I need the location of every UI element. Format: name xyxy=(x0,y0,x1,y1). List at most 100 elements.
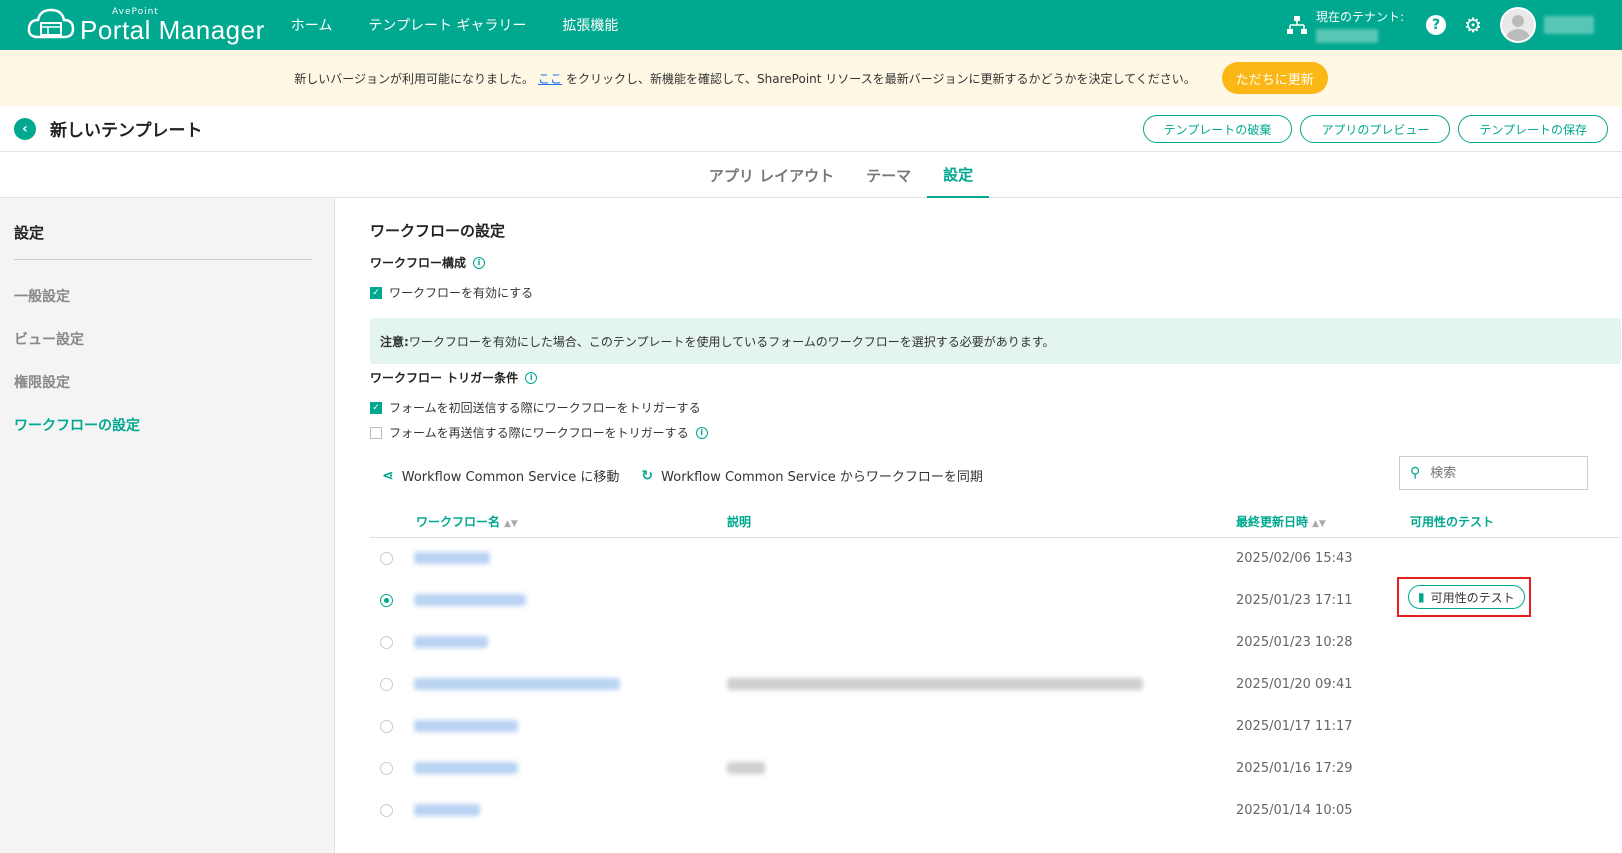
highlight-box: ▮ 可用性のテスト xyxy=(1397,577,1531,617)
nav-template-gallery[interactable]: テンプレート ギャラリー xyxy=(368,15,526,35)
workflow-name-redacted[interactable] xyxy=(414,804,480,816)
enable-workflow-checkbox-row[interactable]: ✓ ワークフローを有効にする xyxy=(370,284,533,301)
tab-app-layout[interactable]: アプリ レイアウト xyxy=(693,152,850,198)
description-redacted xyxy=(727,762,765,774)
row-radio-selected[interactable] xyxy=(380,594,393,607)
table-row[interactable]: 2025/02/06 15:43 xyxy=(370,538,1621,580)
go-to-wcs-label: Workflow Common Service に移動 xyxy=(401,470,620,485)
workflow-name-redacted[interactable] xyxy=(414,552,490,564)
row-radio[interactable] xyxy=(380,804,393,817)
banner-link-here[interactable]: ここ xyxy=(538,70,562,87)
sync-from-wcs-button[interactable]: ↻ Workflow Common Service からワークフローを同期 xyxy=(641,466,983,486)
sidebar-title: 設定 xyxy=(14,224,45,242)
back-arrow-icon[interactable]: ‹ xyxy=(14,117,36,140)
row-radio[interactable] xyxy=(380,762,393,775)
column-last-modified-label: 最終更新日時 xyxy=(1236,515,1309,529)
trigger-initial-submit-label: フォームを初回送信する際にワークフローをトリガーする xyxy=(389,401,701,415)
info-icon[interactable]: i xyxy=(473,256,486,269)
avatar[interactable] xyxy=(1500,7,1536,43)
search-input[interactable] xyxy=(1430,465,1571,481)
help-icon[interactable]: ? xyxy=(1426,15,1447,35)
trigger-condition-text: ワークフロー トリガー条件 xyxy=(370,371,519,385)
column-description: 説明 xyxy=(727,515,752,529)
sort-icon[interactable]: ▲▼ xyxy=(504,519,518,529)
checkbox-unchecked-icon[interactable] xyxy=(370,426,382,439)
search-icon: ⚲ xyxy=(1410,465,1421,481)
column-workflow-name[interactable]: ワークフロー名 ▲▼ xyxy=(416,513,518,530)
discard-template-button[interactable]: テンプレートの破棄 xyxy=(1142,115,1293,143)
settings-sidebar: 設定 一般設定 ビュー設定 権限設定 ワークフローの設定 xyxy=(0,198,335,853)
gear-icon[interactable]: ⚙ xyxy=(1464,15,1482,35)
go-to-wcs-button[interactable]: ⋖ Workflow Common Service に移動 xyxy=(382,466,620,486)
main-content: ワークフローの設定 ワークフロー構成 i ✓ ワークフローを有効にする 注意: … xyxy=(336,198,1622,853)
tenant-network-icon xyxy=(1287,16,1308,34)
row-date: 2025/01/20 09:41 xyxy=(1236,677,1353,692)
column-workflow-name-label: ワークフロー名 xyxy=(416,515,501,529)
sidebar-item-view[interactable]: ビュー設定 xyxy=(14,329,334,349)
page-header: ‹ 新しいテンプレート テンプレートの破棄 アプリのプレビュー テンプレートの保… xyxy=(0,106,1622,152)
sidebar-item-general[interactable]: 一般設定 xyxy=(14,286,334,306)
update-banner: 新しいバージョンが利用可能になりました。 ここ をクリックし、新機能を確認して、… xyxy=(0,50,1622,106)
user-name-redacted[interactable] xyxy=(1544,16,1594,34)
tab-settings[interactable]: 設定 xyxy=(927,152,990,198)
trigger-resubmit-label: フォームを再送信する際にワークフローをトリガーする xyxy=(389,426,689,440)
row-radio[interactable] xyxy=(380,552,393,565)
enable-workflow-label: ワークフローを有効にする xyxy=(389,286,534,300)
trigger-resubmit-row[interactable]: フォームを再送信する際にワークフローをトリガーする i xyxy=(370,424,708,441)
table-row[interactable]: 2025/01/16 17:29 xyxy=(370,748,1621,790)
workflow-name-redacted[interactable] xyxy=(414,762,518,774)
preview-app-button[interactable]: アプリのプレビュー xyxy=(1300,115,1451,143)
main-nav: ホーム テンプレート ギャラリー 拡張機能 xyxy=(291,15,619,35)
row-radio[interactable] xyxy=(380,720,393,733)
tab-theme[interactable]: テーマ xyxy=(850,152,927,198)
checkbox-checked-icon[interactable]: ✓ xyxy=(370,401,382,414)
table-row[interactable]: 2025/01/20 09:41 xyxy=(370,664,1621,706)
sync-from-wcs-label: Workflow Common Service からワークフローを同期 xyxy=(661,470,983,485)
banner-text-before: 新しいバージョンが利用可能になりました。 xyxy=(294,71,534,86)
update-now-button[interactable]: ただちに更新 xyxy=(1221,62,1328,94)
workflow-name-redacted[interactable] xyxy=(414,678,620,690)
row-date: 2025/01/17 11:17 xyxy=(1236,719,1353,734)
logo-product-name: Portal Manager xyxy=(80,14,265,45)
row-date: 2025/01/23 17:11 xyxy=(1236,593,1353,608)
table-row[interactable]: 2025/01/23 17:11 ▮ 可用性のテスト xyxy=(370,577,1621,622)
sidebar-item-workflow[interactable]: ワークフローの設定 xyxy=(14,415,334,435)
tenant-selector[interactable]: 現在のテナント: xyxy=(1286,8,1404,43)
save-template-button[interactable]: テンプレートの保存 xyxy=(1458,115,1608,143)
availability-test-label: 可用性のテスト xyxy=(1430,590,1515,605)
availability-test-button[interactable]: ▮ 可用性のテスト xyxy=(1408,585,1525,609)
workflow-actions: ⋖ Workflow Common Service に移動 ↻ Workflow… xyxy=(382,466,1005,486)
table-row[interactable]: 2025/01/14 10:05 xyxy=(370,790,1621,832)
nav-home[interactable]: ホーム xyxy=(291,15,333,35)
sidebar-item-permission[interactable]: 権限設定 xyxy=(14,372,334,392)
cloud-logo-icon xyxy=(27,8,75,39)
row-radio[interactable] xyxy=(380,636,393,649)
info-icon[interactable]: i xyxy=(525,371,538,384)
workflow-name-redacted[interactable] xyxy=(414,594,526,606)
banner-text-after: をクリックし、新機能を確認して、SharePoint リソースを最新バージョンに… xyxy=(566,71,1196,86)
search-box[interactable]: ⚲ xyxy=(1399,456,1588,490)
sidebar-divider xyxy=(14,259,312,260)
share-icon: ⋖ xyxy=(382,467,394,484)
sync-icon: ↻ xyxy=(641,467,654,484)
nav-extensions[interactable]: 拡張機能 xyxy=(562,15,618,35)
table-row[interactable]: 2025/01/17 11:17 xyxy=(370,706,1621,748)
tenant-name-redacted xyxy=(1316,28,1379,43)
column-last-modified[interactable]: 最終更新日時 ▲▼ xyxy=(1236,513,1326,530)
tab-bar: アプリ レイアウト テーマ 設定 xyxy=(0,152,1622,198)
info-icon[interactable]: i xyxy=(695,426,708,439)
note-text: ワークフローを有効にした場合、このテンプレートを使用しているフォームのワークフロ… xyxy=(408,334,1055,349)
table-row[interactable]: 2025/01/23 10:28 xyxy=(370,622,1621,664)
portal-manager-logo[interactable]: AvePoint Portal Manager xyxy=(26,0,265,50)
note-box: 注意: ワークフローを有効にした場合、このテンプレートを使用しているフォームのワ… xyxy=(370,318,1621,364)
row-radio[interactable] xyxy=(380,678,393,691)
workflow-name-redacted[interactable] xyxy=(414,720,518,732)
sort-icon[interactable]: ▲▼ xyxy=(1312,519,1326,529)
checkbox-checked-icon[interactable]: ✓ xyxy=(370,286,382,299)
trigger-initial-submit-row[interactable]: ✓ フォームを初回送信する際にワークフローをトリガーする xyxy=(370,399,701,416)
description-redacted xyxy=(727,678,1143,690)
row-date: 2025/01/23 10:28 xyxy=(1236,635,1353,650)
workflow-name-redacted[interactable] xyxy=(414,636,488,648)
row-date: 2025/01/16 17:29 xyxy=(1236,761,1353,776)
row-date: 2025/02/06 15:43 xyxy=(1236,551,1353,566)
